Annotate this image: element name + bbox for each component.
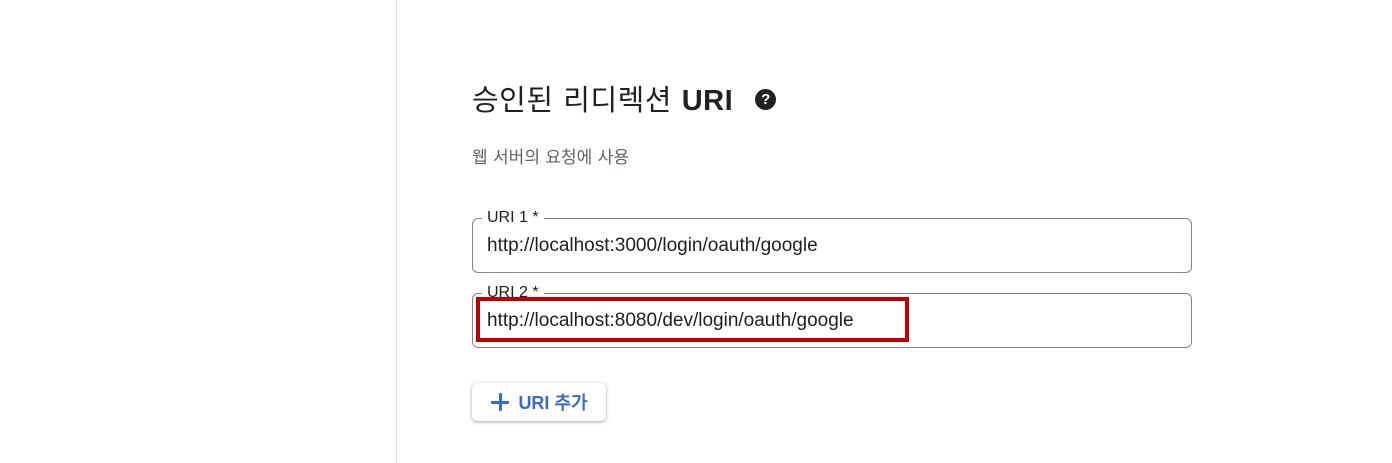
add-uri-label: URI 추가 xyxy=(518,393,588,413)
redirect-uri-section: 승인된 리디렉션 URI ? 웹 서버의 요청에 사용 URI 1 * URI … xyxy=(472,0,1192,463)
section-subtitle: 웹 서버의 요청에 사용 xyxy=(472,148,629,168)
uri-2-field[interactable]: URI 2 * xyxy=(472,283,1192,348)
section-header: 승인된 리디렉션 URI ? xyxy=(472,76,777,120)
section-title: 승인된 리디렉션 URI xyxy=(472,77,733,119)
add-uri-button[interactable]: URI 추가 xyxy=(472,383,606,421)
help-icon[interactable]: ? xyxy=(755,88,777,110)
left-panel xyxy=(0,0,397,463)
section-title-prefix: 승인된 리디렉션 xyxy=(472,83,682,117)
uri-1-input[interactable] xyxy=(487,219,1177,272)
uri-2-input[interactable] xyxy=(487,294,1177,347)
page: 승인된 리디렉션 URI ? 웹 서버의 요청에 사용 URI 1 * URI … xyxy=(0,0,1392,463)
section-title-uri: URI xyxy=(681,85,734,117)
plus-icon xyxy=(490,392,510,412)
uri-1-field[interactable]: URI 1 * xyxy=(472,208,1192,273)
